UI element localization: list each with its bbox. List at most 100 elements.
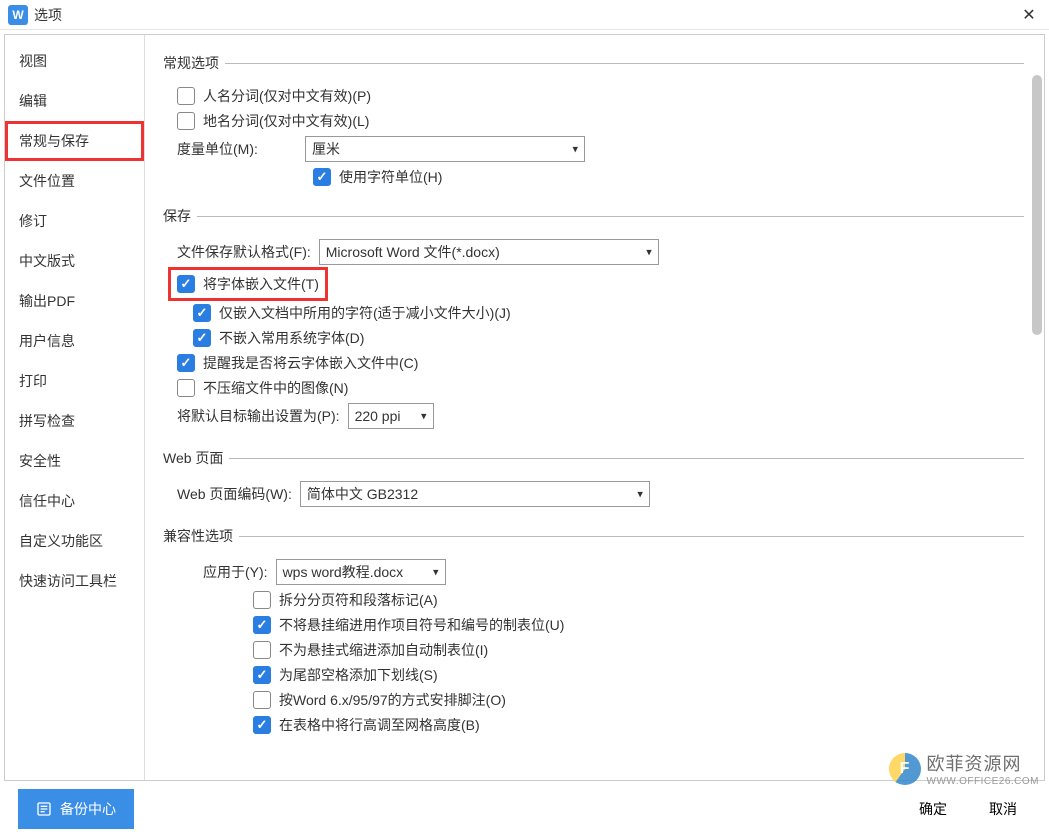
row-embed-used: 仅嵌入文档中所用的字符(适于减小文件大小)(J)	[193, 303, 1024, 323]
row-word6: 按Word 6.x/95/97的方式安排脚注(O)	[253, 690, 1024, 710]
row-format: 文件保存默认格式(F): Microsoft Word 文件(*.docx)	[177, 239, 1024, 265]
sidebar-item-3[interactable]: 文件位置	[5, 161, 144, 201]
sidebar-item-0[interactable]: 视图	[5, 41, 144, 81]
title-bar: W 选项 ✕	[0, 0, 1049, 30]
checkbox-label: 不嵌入常用系统字体(D)	[219, 328, 364, 348]
sidebar-item-8[interactable]: 打印	[5, 361, 144, 401]
checkbox-icon	[177, 87, 195, 105]
checkbox-icon	[253, 716, 271, 734]
close-button[interactable]: ✕	[1009, 0, 1049, 30]
checkbox-label: 不压缩文件中的图像(N)	[203, 378, 348, 398]
checkbox-icon	[253, 641, 271, 659]
format-label: 文件保存默认格式(F):	[177, 242, 311, 262]
row-remind-cloud: 提醒我是否将云字体嵌入文件中(C)	[177, 353, 1024, 373]
checkbox-word6[interactable]: 按Word 6.x/95/97的方式安排脚注(O)	[253, 690, 506, 710]
sidebar-item-12[interactable]: 自定义功能区	[5, 521, 144, 561]
highlight-embed-font: 将字体嵌入文件(T)	[171, 270, 325, 298]
main-area: 视图编辑常规与保存文件位置修订中文版式输出PDF用户信息打印拼写检查安全性信任中…	[4, 34, 1045, 781]
checkbox-embed-font[interactable]: 将字体嵌入文件(T)	[177, 274, 319, 294]
apply-label: 应用于(Y):	[203, 562, 268, 582]
row-not-common: 不嵌入常用系统字体(D)	[193, 328, 1024, 348]
checkbox-label: 不将悬挂缩进用作项目符号和编号的制表位(U)	[279, 615, 564, 635]
row-unit: 度量单位(M): 厘米	[177, 136, 1024, 162]
cancel-button[interactable]: 取消	[975, 793, 1031, 825]
encoding-label: Web 页面编码(W):	[177, 484, 292, 504]
checkbox-icon	[253, 591, 271, 609]
sidebar-item-6[interactable]: 输出PDF	[5, 281, 144, 321]
row-no-compress: 不压缩文件中的图像(N)	[177, 378, 1024, 398]
checkbox-embed-used[interactable]: 仅嵌入文档中所用的字符(适于减小文件大小)(J)	[193, 303, 511, 323]
checkbox-no-compress[interactable]: 不压缩文件中的图像(N)	[177, 378, 348, 398]
backup-center-button[interactable]: 备份中心	[18, 789, 134, 829]
checkbox-remind-cloud[interactable]: 提醒我是否将云字体嵌入文件中(C)	[177, 353, 418, 373]
ppi-select[interactable]: 220 ppi	[348, 403, 434, 429]
sidebar-item-2[interactable]: 常规与保存	[5, 121, 144, 161]
format-select[interactable]: Microsoft Word 文件(*.docx)	[319, 239, 659, 265]
checkbox-underline-trail[interactable]: 为尾部空格添加下划线(S)	[253, 665, 438, 685]
checkbox-icon	[313, 168, 331, 186]
footer: 备份中心 确定 取消	[0, 781, 1049, 837]
unit-select[interactable]: 厘米	[305, 136, 585, 162]
group-web-legend: Web 页面	[163, 448, 229, 468]
encoding-value: 简体中文 GB2312	[307, 484, 418, 504]
target-label: 将默认目标输出设置为(P):	[177, 406, 340, 426]
sidebar-item-4[interactable]: 修订	[5, 201, 144, 241]
group-web: Web 页面 Web 页面编码(W): 简体中文 GB2312	[163, 448, 1024, 512]
sidebar-item-13[interactable]: 快速访问工具栏	[5, 561, 144, 601]
checkbox-place-name[interactable]: 地名分词(仅对中文有效)(L)	[177, 111, 369, 131]
checkbox-label: 不为悬挂式缩进添加自动制表位(I)	[279, 640, 488, 660]
group-compat: 兼容性选项 应用于(Y): wps word教程.docx 拆分分页符和段落标记…	[163, 526, 1024, 740]
app-icon: W	[8, 5, 28, 25]
scrollbar[interactable]	[1032, 75, 1042, 335]
checkbox-label: 拆分分页符和段落标记(A)	[279, 590, 438, 610]
checkbox-row-height[interactable]: 在表格中将行高调至网格高度(B)	[253, 715, 480, 735]
row-char-unit: 使用字符单位(H)	[313, 167, 1024, 187]
checkbox-label: 地名分词(仅对中文有效)(L)	[203, 111, 369, 131]
encoding-select[interactable]: 简体中文 GB2312	[300, 481, 650, 507]
checkbox-noauto-tab[interactable]: 不为悬挂式缩进添加自动制表位(I)	[253, 640, 488, 660]
group-save-legend: 保存	[163, 206, 197, 226]
checkbox-person-name[interactable]: 人名分词(仅对中文有效)(P)	[177, 86, 371, 106]
checkbox-icon	[177, 354, 195, 372]
checkbox-label: 仅嵌入文档中所用的字符(适于减小文件大小)(J)	[219, 303, 511, 323]
ok-button[interactable]: 确定	[905, 793, 961, 825]
sidebar-item-9[interactable]: 拼写检查	[5, 401, 144, 441]
row-row-height: 在表格中将行高调至网格高度(B)	[253, 715, 1024, 735]
checkbox-split-page[interactable]: 拆分分页符和段落标记(A)	[253, 590, 438, 610]
row-place-name: 地名分词(仅对中文有效)(L)	[177, 111, 1024, 131]
sidebar-item-11[interactable]: 信任中心	[5, 481, 144, 521]
group-save: 保存 文件保存默认格式(F): Microsoft Word 文件(*.docx…	[163, 206, 1024, 434]
row-person-name: 人名分词(仅对中文有效)(P)	[177, 86, 1024, 106]
row-apply: 应用于(Y): wps word教程.docx	[203, 559, 1024, 585]
format-value: Microsoft Word 文件(*.docx)	[326, 242, 500, 262]
checkbox-icon	[177, 275, 195, 293]
backup-label: 备份中心	[60, 799, 116, 819]
row-nohang-tab: 不将悬挂缩进用作项目符号和编号的制表位(U)	[253, 615, 1024, 635]
sidebar: 视图编辑常规与保存文件位置修订中文版式输出PDF用户信息打印拼写检查安全性信任中…	[5, 35, 145, 780]
apply-value: wps word教程.docx	[283, 562, 404, 582]
group-general: 常规选项 人名分词(仅对中文有效)(P) 地名分词(仅对中文有效)(L) 度量单…	[163, 53, 1024, 192]
apply-select[interactable]: wps word教程.docx	[276, 559, 446, 585]
checkbox-nohang-tab[interactable]: 不将悬挂缩进用作项目符号和编号的制表位(U)	[253, 615, 564, 635]
row-embed-font: 将字体嵌入文件(T)	[171, 270, 1024, 298]
group-compat-legend: 兼容性选项	[163, 526, 239, 546]
ppi-value: 220 ppi	[355, 408, 401, 424]
checkbox-icon	[253, 616, 271, 634]
checkbox-icon	[177, 112, 195, 130]
checkbox-icon	[177, 379, 195, 397]
checkbox-label: 将字体嵌入文件(T)	[203, 274, 319, 294]
row-underline-trail: 为尾部空格添加下划线(S)	[253, 665, 1024, 685]
sidebar-item-10[interactable]: 安全性	[5, 441, 144, 481]
checkbox-not-common[interactable]: 不嵌入常用系统字体(D)	[193, 328, 364, 348]
row-encoding: Web 页面编码(W): 简体中文 GB2312	[177, 481, 1024, 507]
sidebar-item-1[interactable]: 编辑	[5, 81, 144, 121]
checkbox-icon	[193, 329, 211, 347]
checkbox-label: 人名分词(仅对中文有效)(P)	[203, 86, 371, 106]
checkbox-label: 按Word 6.x/95/97的方式安排脚注(O)	[279, 690, 506, 710]
checkbox-label: 为尾部空格添加下划线(S)	[279, 665, 438, 685]
sidebar-item-7[interactable]: 用户信息	[5, 321, 144, 361]
checkbox-label: 在表格中将行高调至网格高度(B)	[279, 715, 480, 735]
content-panel: 常规选项 人名分词(仅对中文有效)(P) 地名分词(仅对中文有效)(L) 度量单…	[145, 35, 1044, 780]
checkbox-char-unit[interactable]: 使用字符单位(H)	[313, 167, 442, 187]
sidebar-item-5[interactable]: 中文版式	[5, 241, 144, 281]
